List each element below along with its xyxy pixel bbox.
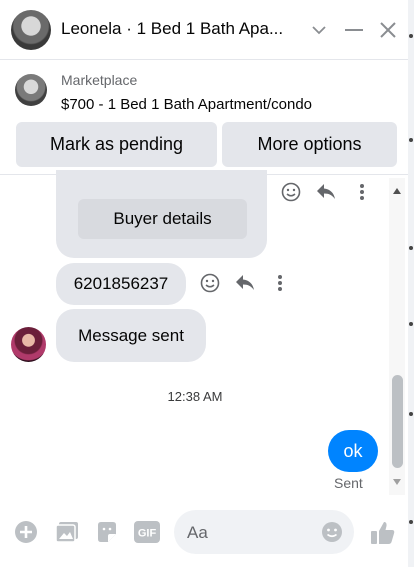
thumbs-up-icon[interactable] [370,520,396,546]
emoji-reaction-icon[interactable] [199,272,221,294]
message-scrollbar[interactable] [389,178,405,495]
phone-number: 6201856237 [73,274,169,293]
plus-icon[interactable] [14,520,38,544]
chat-window: Leonela · 1 Bed 1 Bath Apa... Marketplac… [0,0,408,567]
more-icon[interactable] [351,181,373,203]
gif-icon[interactable]: GIF [134,520,160,544]
emoji-icon[interactable] [321,521,343,543]
chat-header: Leonela · 1 Bed 1 Bath Apa... [0,0,408,60]
listing-thumbnail[interactable] [15,74,47,106]
close-icon[interactable] [376,18,400,42]
mark-as-pending-button[interactable]: Mark as pending [16,122,217,167]
chevron-down-icon[interactable] [307,18,331,42]
message-input[interactable]: Aa [174,510,354,554]
listing-description[interactable]: $700 - 1 Bed 1 Bath Apartment/condo [61,96,312,113]
message-sent-text: Message sent [78,325,184,345]
outgoing-message-bubble[interactable]: ok [328,430,378,472]
delivery-status: Sent [334,475,363,491]
sticker-icon[interactable] [95,520,119,544]
reply-icon[interactable] [234,272,256,294]
scroll-up-arrow-icon[interactable] [393,188,401,194]
message-input-placeholder: Aa [187,523,208,542]
scroll-down-arrow-icon[interactable] [393,479,401,485]
more-options-button[interactable]: More options [222,122,397,167]
emoji-reaction-icon[interactable] [280,181,302,203]
phone-message-bubble[interactable]: 6201856237 [56,263,186,305]
minimize-icon[interactable] [342,18,366,42]
chat-title[interactable]: Leonela · 1 Bed 1 Bath Apa... [61,19,283,39]
page-edge [408,0,414,567]
message-sent-bubble[interactable]: Message sent [56,309,206,362]
message-timestamp: 12:38 AM [167,389,223,404]
more-icon[interactable] [269,272,291,294]
outgoing-message-text: ok [343,440,363,461]
image-icon[interactable] [55,520,79,544]
sender-avatar[interactable] [11,327,46,362]
reply-icon[interactable] [315,181,337,203]
contact-avatar[interactable] [11,10,51,50]
buyer-details-button[interactable]: Buyer details [78,199,247,239]
marketplace-listing: Marketplace $700 - 1 Bed 1 Bath Apartmen… [0,60,408,175]
listing-source: Marketplace [61,72,138,88]
svg-text:GIF: GIF [138,528,157,540]
scrollbar-thumb[interactable] [392,375,403,468]
